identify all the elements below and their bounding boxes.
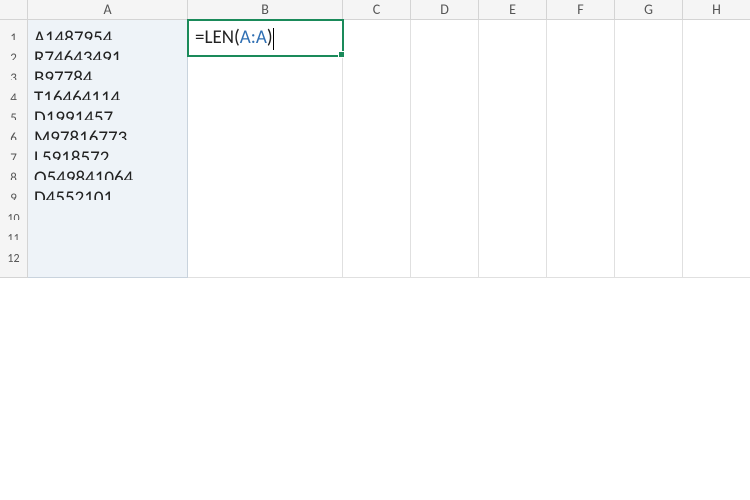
formula-function: LEN: [204, 26, 234, 49]
row-header-12[interactable]: 12: [0, 240, 28, 278]
cell-A12[interactable]: [28, 240, 188, 278]
fill-handle[interactable]: [338, 51, 345, 58]
spreadsheet-grid: A B C D E F G H 1 A1487954 =LEN(A:A) 2 R…: [0, 0, 750, 260]
col-header-D[interactable]: D: [411, 0, 479, 20]
cell-B12[interactable]: [188, 240, 343, 278]
formula-content: =LEN(A:A): [195, 26, 274, 49]
cell-G12[interactable]: [615, 240, 683, 278]
col-header-H[interactable]: H: [683, 0, 750, 20]
col-header-C[interactable]: C: [343, 0, 411, 20]
cell-H12[interactable]: [683, 240, 750, 278]
cell-E12[interactable]: [479, 240, 547, 278]
cell-F12[interactable]: [547, 240, 615, 278]
text-cursor: [273, 28, 274, 50]
cell-C12[interactable]: [343, 240, 411, 278]
select-all-corner[interactable]: [0, 0, 28, 20]
col-header-E[interactable]: E: [479, 0, 547, 20]
cell-D12[interactable]: [411, 240, 479, 278]
formula-reference: A:A: [240, 26, 267, 49]
col-header-G[interactable]: G: [615, 0, 683, 20]
col-header-B[interactable]: B: [188, 0, 343, 20]
col-header-A[interactable]: A: [28, 0, 188, 20]
cell-B1-editing[interactable]: =LEN(A:A): [187, 19, 344, 57]
col-header-F[interactable]: F: [547, 0, 615, 20]
